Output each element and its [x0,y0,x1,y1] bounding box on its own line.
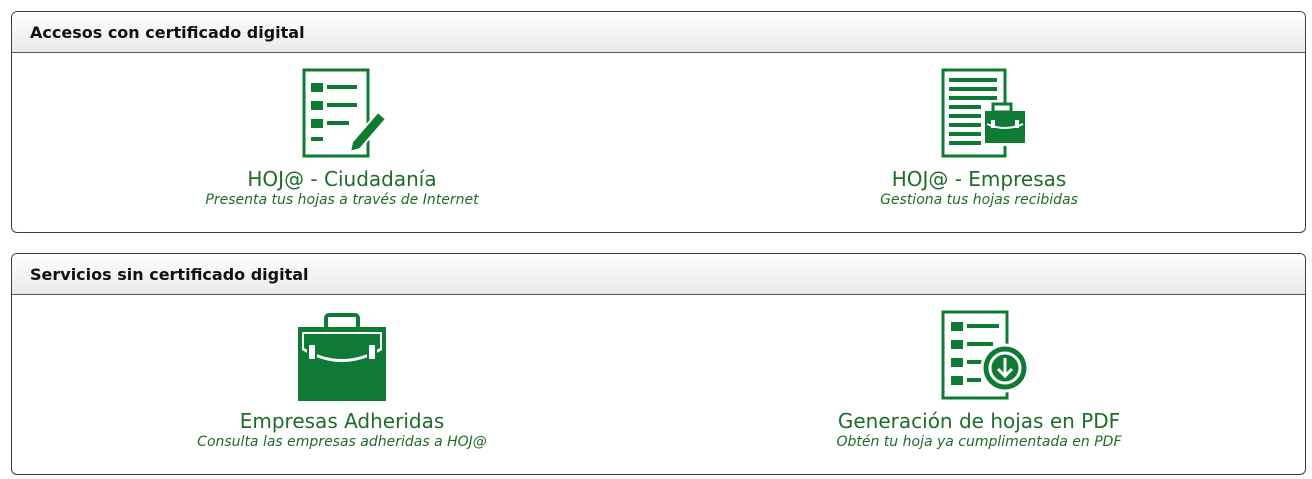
tile-generacion-pdf[interactable]: Generación de hojas en PDF Obtén tu hoja… [659,295,1299,474]
tile-hoja-ciudadania[interactable]: HOJ@ - Ciudadanía Presenta tus hojas a t… [22,53,662,232]
tile-row: Empresas Adheridas Consulta las empresas… [12,295,1305,474]
briefcase-icon [298,313,386,401]
tile-title: HOJ@ - Empresas [891,167,1067,191]
section-certificate-access: Accesos con certificado digital HOJ@ - C… [11,11,1306,233]
tile-subtitle: Consulta las empresas adheridas a HOJ@ [197,434,487,450]
tile-title: Generación de hojas en PDF [837,409,1121,433]
tile-row: HOJ@ - Ciudadanía Presenta tus hojas a t… [12,53,1305,232]
tile-hoja-empresas[interactable]: HOJ@ - Empresas Gestiona tus hojas recib… [659,53,1299,232]
tile-title: HOJ@ - Ciudadanía [247,167,437,191]
section-services-no-certificate: Servicios sin certificado digital Empres… [11,253,1306,475]
document-download-icon [941,310,1027,400]
section-title: Accesos con certificado digital [12,12,1305,53]
tile-subtitle: Obtén tu hoja ya cumplimentada en PDF [836,434,1122,450]
tile-empresas-adheridas[interactable]: Empresas Adheridas Consulta las empresas… [22,295,662,474]
tile-subtitle: Gestiona tus hojas recibidas [880,192,1078,208]
document-briefcase-icon [941,68,1025,158]
section-title: Servicios sin certificado digital [12,254,1305,295]
form-pencil-icon [302,68,388,158]
tile-subtitle: Presenta tus hojas a través de Internet [205,192,479,208]
tile-title: Empresas Adheridas [239,409,445,433]
